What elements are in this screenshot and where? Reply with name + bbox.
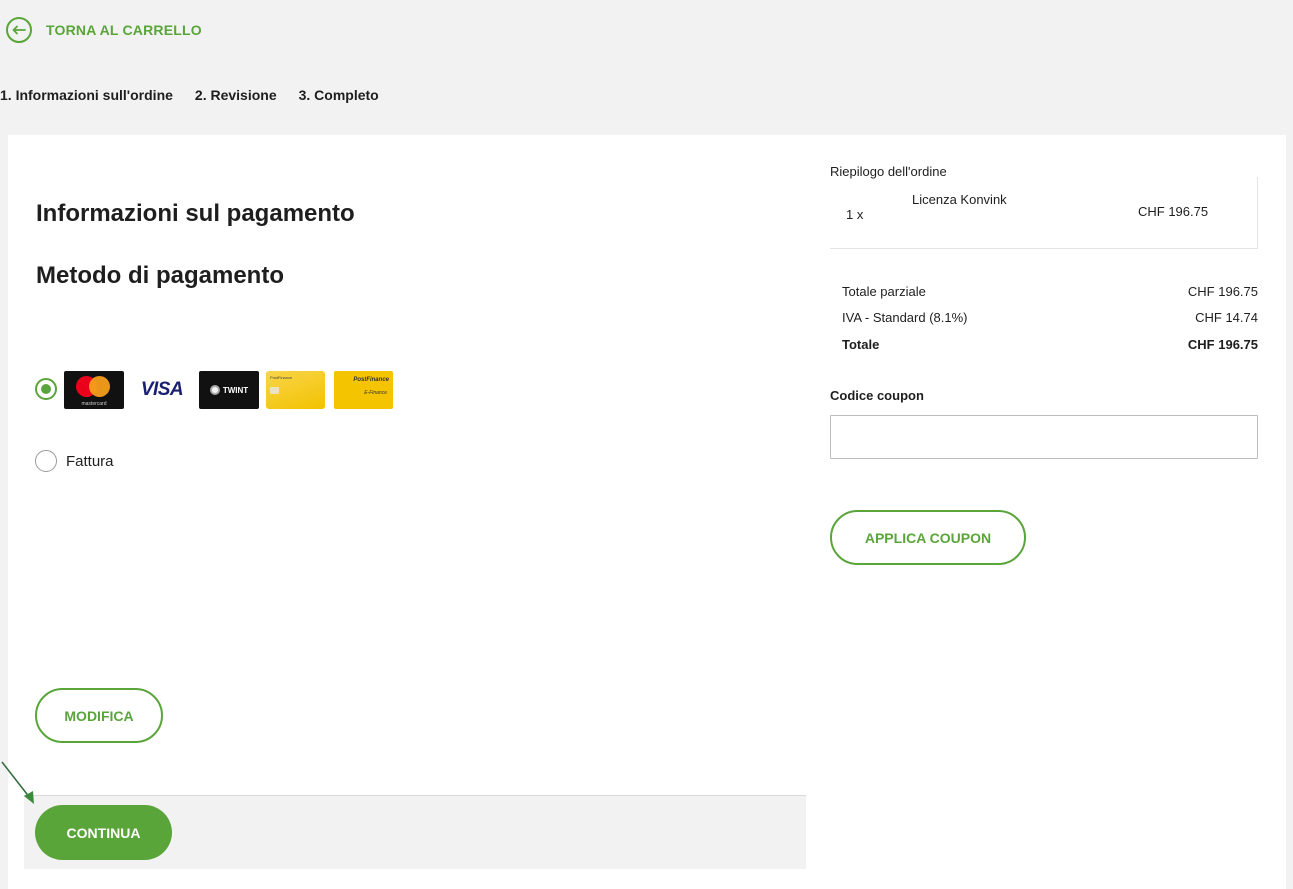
item-name: Licenza Konvink: [912, 192, 1007, 207]
total-row: Totale CHF 196.75: [842, 337, 1258, 352]
back-to-cart-link[interactable]: TORNA AL CARRELLO: [6, 17, 202, 43]
invoice-label[interactable]: Fattura: [66, 453, 114, 470]
postfinance-efinance-brand-text: PostFinance: [353, 377, 389, 383]
modify-button[interactable]: MODIFICA: [35, 688, 163, 743]
twint-logo-text: TWINT: [222, 385, 249, 395]
postfinance-efinance-sub-text: E-Finance: [364, 390, 387, 396]
coupon-input[interactable]: [830, 415, 1258, 459]
total-value: CHF 196.75: [1187, 337, 1258, 352]
item-quantity: 1 x: [846, 207, 864, 222]
invoice-payment-radio[interactable]: [35, 450, 57, 472]
apply-coupon-button[interactable]: APPLICA COUPON: [830, 510, 1026, 565]
arrow-left-circle-icon: [6, 17, 32, 43]
vat-label: IVA - Standard (8.1%): [842, 310, 968, 325]
subtotal-row: Totale parziale CHF 196.75: [842, 284, 1258, 299]
postfinance-card-logo: PostFinance: [266, 371, 325, 409]
vat-row: IVA - Standard (8.1%) CHF 14.74: [842, 310, 1258, 325]
step-complete: 3. Completo: [298, 87, 379, 103]
vat-value: CHF 14.74: [1195, 310, 1258, 325]
payment-method-heading: Metodo di pagamento: [36, 262, 284, 289]
total-label: Totale: [842, 337, 880, 352]
page-right-border: [1286, 0, 1293, 889]
twint-logo: TWINT: [199, 371, 259, 409]
step-review: 2. Revisione: [194, 87, 277, 103]
postfinance-card-text: PostFinance: [270, 375, 293, 380]
coupon-label: Codice coupon: [830, 388, 924, 403]
continue-button[interactable]: CONTINUA: [35, 805, 172, 860]
step-order-info: 1. Informazioni sull'ordine: [0, 87, 173, 103]
visa-logo: VISA: [140, 379, 184, 400]
card-payment-radio[interactable]: [35, 378, 57, 400]
pointer-arrow-icon: [1, 761, 34, 804]
mastercard-logo-text: mastercard: [81, 401, 107, 407]
back-to-cart-label: TORNA AL CARRELLO: [46, 22, 202, 38]
checkout-steps: 1. Informazioni sull'ordine 2. Revisione…: [0, 87, 401, 103]
subtotal-label: Totale parziale: [842, 284, 926, 299]
mastercard-logo: mastercard: [64, 371, 124, 409]
postfinance-efinance-logo: PostFinance E-Finance: [334, 371, 393, 409]
subtotal-value: CHF 196.75: [1187, 284, 1258, 299]
payment-info-heading: Informazioni sul pagamento: [36, 200, 355, 227]
item-price: CHF 196.75: [1138, 204, 1209, 219]
